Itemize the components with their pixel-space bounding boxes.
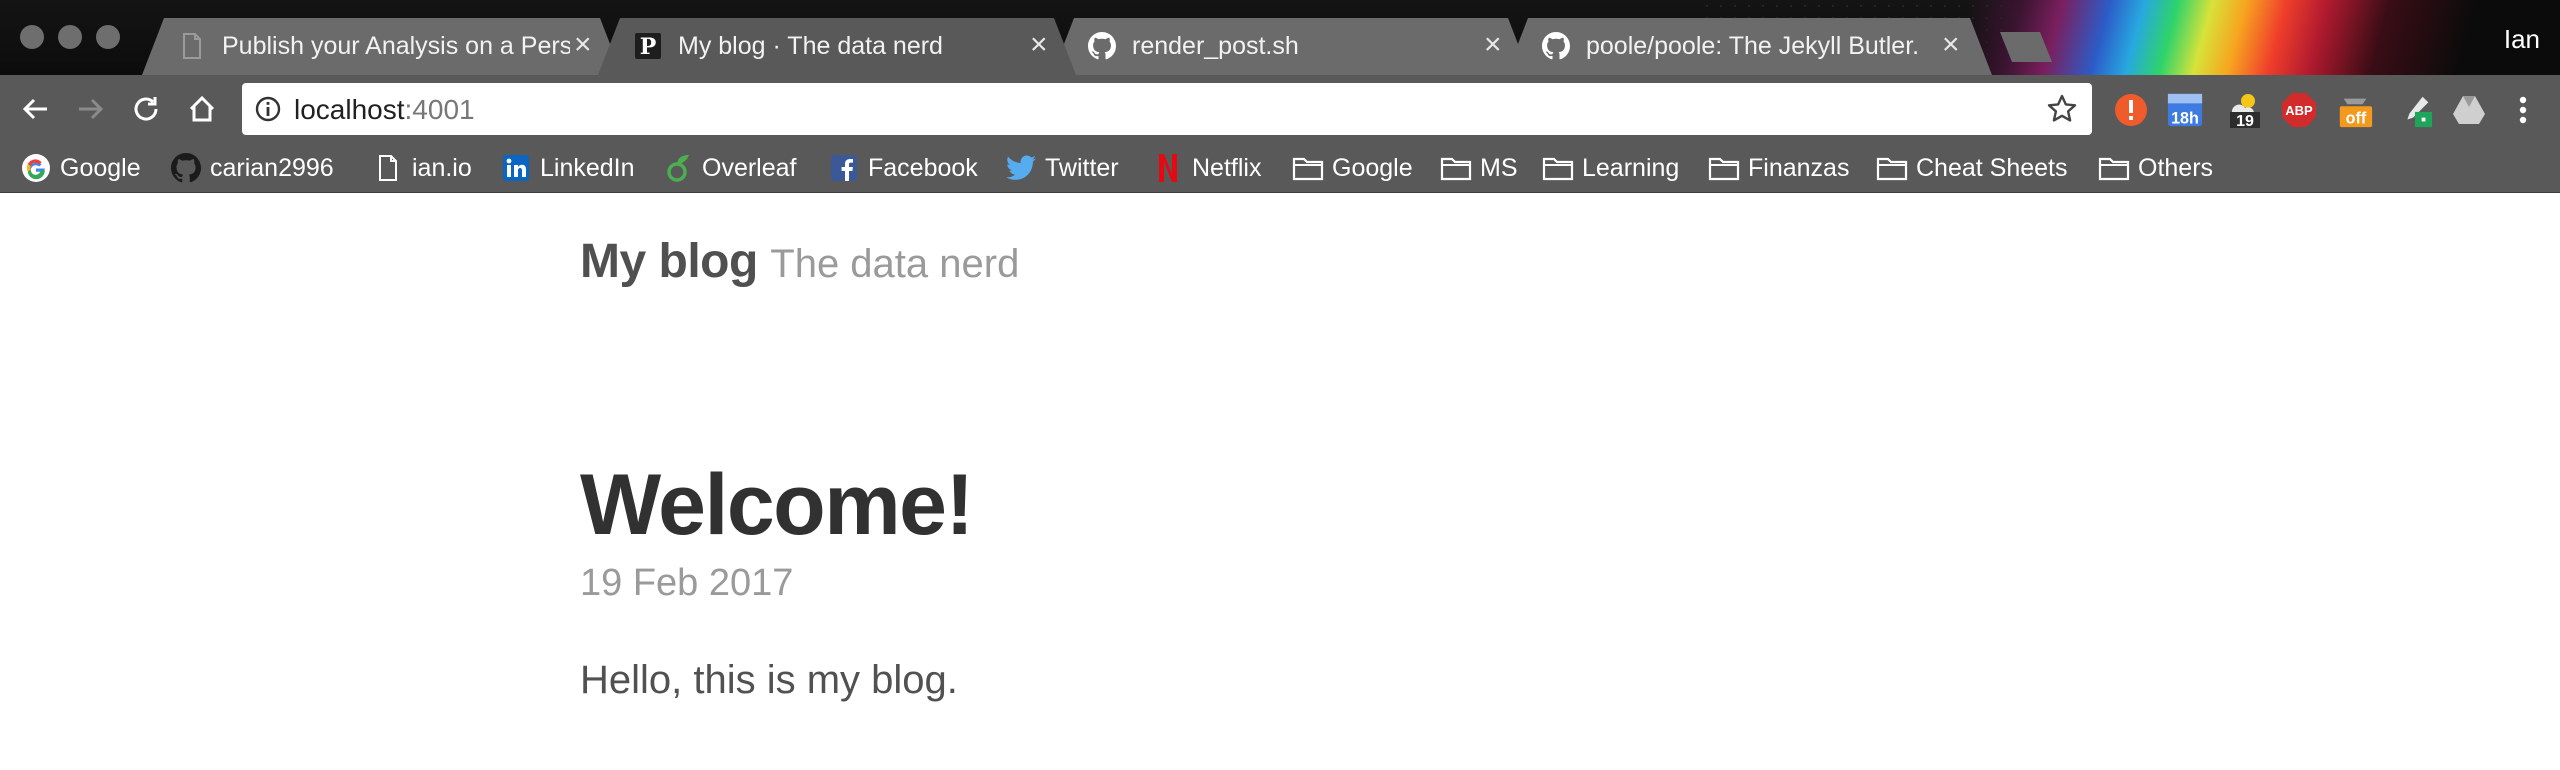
bookmark-label: MS: [1480, 153, 1518, 182]
tab-title: render_post.sh: [1132, 32, 1299, 60]
tab-close-icon[interactable]: ×: [1484, 30, 1502, 60]
folder-icon: [1440, 152, 1472, 184]
linkedin-icon: [500, 152, 532, 184]
tab-render-post[interactable]: render_post.sh ×: [1052, 18, 1530, 75]
google-icon: [20, 152, 52, 184]
browser-toolbar: localhost:4001 18h 19 ABP off: [0, 75, 2560, 143]
bookmark-folder-ms[interactable]: MS: [1440, 151, 1518, 185]
tab-title: poole/poole: The Jekyll Butler.: [1586, 32, 1920, 60]
site-title-link[interactable]: My blog: [580, 235, 758, 288]
bookmark-folder-others[interactable]: Others: [2098, 151, 2213, 185]
site-tagline: The data nerd: [770, 242, 1020, 286]
reload-icon[interactable]: [128, 91, 164, 127]
bookmark-label: carian2996: [210, 153, 334, 182]
bookmark-folder-cheat-sheets[interactable]: Cheat Sheets: [1876, 151, 2068, 185]
url-text[interactable]: localhost:4001: [294, 94, 475, 126]
calendar-extension-icon[interactable]: 18h: [2166, 91, 2204, 129]
bookmark-netflix[interactable]: Netflix: [1152, 151, 1261, 185]
bookmark-label: Learning: [1582, 153, 1680, 182]
masthead: My blog The data nerd: [580, 234, 1019, 289]
tab-my-blog[interactable]: P My blog · The data nerd ×: [598, 18, 1076, 75]
address-bar[interactable]: localhost:4001: [242, 83, 2092, 135]
post-date: 19 Feb 2017: [580, 562, 794, 604]
bookmark-label: LinkedIn: [540, 153, 635, 182]
eyedropper-extension-icon[interactable]: [2396, 91, 2434, 129]
bookmark-folder-finanzas[interactable]: Finanzas: [1708, 151, 1849, 185]
overleaf-icon: [662, 152, 694, 184]
bookmark-label: Google: [60, 153, 141, 182]
calendar-badge: 18h: [2171, 109, 2199, 127]
folder-icon: [2098, 152, 2130, 184]
tab-close-icon[interactable]: ×: [1942, 30, 1960, 60]
bookmark-label: Finanzas: [1748, 153, 1850, 182]
folder-icon: [1292, 152, 1324, 184]
tab-publish-analysis[interactable]: Publish your Analysis on a Pers ×: [142, 18, 622, 75]
page-icon: [372, 152, 404, 184]
chrome-menu-icon[interactable]: [2504, 91, 2542, 129]
facebook-icon: [828, 152, 860, 184]
bookmark-label: Google: [1332, 153, 1413, 182]
bookmark-label: Twitter: [1045, 153, 1119, 182]
weather-extension-icon[interactable]: 19: [2226, 91, 2264, 129]
svg-text:19: 19: [2236, 113, 2254, 129]
bookmark-ian-io[interactable]: ian.io: [372, 151, 472, 185]
bookmark-label: Facebook: [868, 153, 978, 182]
svg-text:ABP: ABP: [2285, 103, 2313, 118]
bookmark-facebook[interactable]: Facebook: [828, 151, 978, 185]
url-host: localhost: [294, 94, 405, 125]
tab-strip: Publish your Analysis on a Pers × P My b…: [0, 0, 2560, 75]
bookmark-label: Overleaf: [702, 153, 797, 182]
tab-title: My blog · The data nerd: [678, 32, 943, 60]
folder-icon: [1708, 152, 1740, 184]
p-favicon-icon: P: [634, 32, 662, 60]
bookmark-linkedin[interactable]: LinkedIn: [500, 151, 635, 185]
twitter-icon: [1005, 152, 1037, 184]
home-icon[interactable]: [184, 91, 220, 127]
bookmark-folder-learning[interactable]: Learning: [1542, 151, 1679, 185]
forward-icon[interactable]: [72, 91, 108, 127]
bookmark-google[interactable]: Google: [20, 151, 141, 185]
bookmark-carian2996[interactable]: carian2996: [170, 151, 334, 185]
star-bookmark-icon[interactable]: [2046, 93, 2078, 130]
github-icon: [1542, 32, 1570, 60]
google-drive-extension-icon[interactable]: [2450, 91, 2488, 129]
folder-icon: [1542, 152, 1574, 184]
post-title[interactable]: Welcome!: [580, 456, 974, 555]
info-icon[interactable]: [254, 95, 282, 128]
github-icon: [170, 152, 202, 184]
close-window-button[interactable]: [20, 25, 44, 49]
github-icon: [1088, 32, 1116, 60]
bookmarks-bar: Google carian2996 ian.io LinkedIn Overle…: [0, 143, 2560, 193]
tab-poole[interactable]: poole/poole: The Jekyll Butler. ×: [1506, 18, 1992, 75]
bookmark-folder-google[interactable]: Google: [1292, 151, 1413, 185]
bookmark-label: Others: [2138, 153, 2214, 182]
netflix-icon: [1152, 152, 1184, 184]
theme-background: [1900, 0, 2560, 75]
tab-close-icon[interactable]: ×: [1030, 30, 1048, 60]
folder-icon: [1876, 152, 1908, 184]
zoom-window-button[interactable]: [96, 25, 120, 49]
profile-name[interactable]: Ian: [2504, 24, 2540, 55]
adblock-extension-icon[interactable]: ABP: [2280, 91, 2318, 129]
bookmark-label: Cheat Sheets: [1916, 153, 2068, 182]
svg-text:off: off: [2346, 109, 2367, 127]
svg-text:P: P: [640, 34, 657, 59]
page-icon: [178, 32, 206, 60]
back-icon[interactable]: [18, 91, 54, 127]
post-body: Hello, this is my blog.: [580, 658, 958, 702]
blog-page: My blog The data nerd Welcome! 19 Feb 20…: [0, 194, 2560, 770]
bookmark-twitter[interactable]: Twitter: [1005, 151, 1119, 185]
minimize-window-button[interactable]: [58, 25, 82, 49]
bookmark-overleaf[interactable]: Overleaf: [662, 151, 796, 185]
tab-title: Publish your Analysis on a Pers: [222, 32, 570, 60]
bookmark-label: ian.io: [412, 153, 472, 182]
tab-close-icon[interactable]: ×: [574, 30, 592, 60]
url-port: :4001: [404, 94, 475, 125]
off-extension-icon[interactable]: off: [2336, 91, 2374, 129]
bookmark-label: Netflix: [1192, 153, 1262, 182]
alert-extension-icon[interactable]: [2112, 91, 2150, 129]
